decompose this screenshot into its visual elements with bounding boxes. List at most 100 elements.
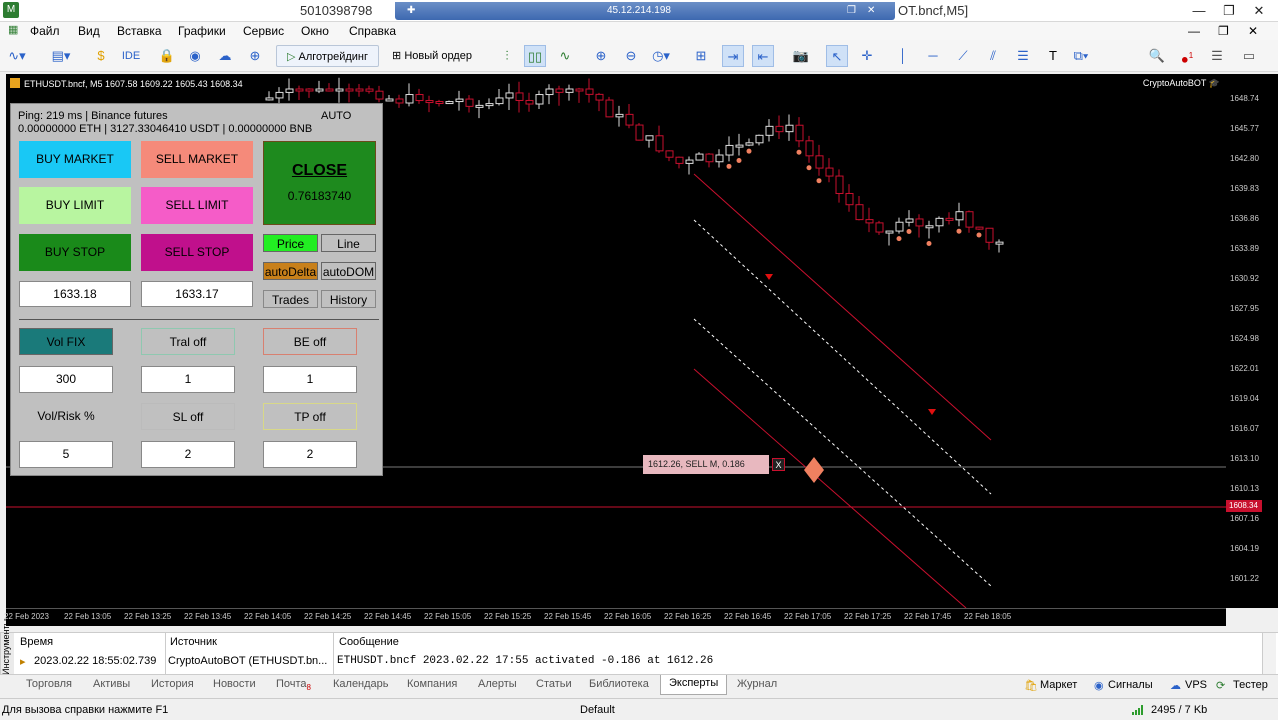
search-icon[interactable]: 🔍 [1146, 45, 1168, 67]
sell-stop-button[interactable]: SELL STOP [141, 234, 253, 271]
tab-journal[interactable]: Журнал [737, 678, 777, 690]
tab-news[interactable]: Новости [213, 678, 256, 690]
buy-limit-button[interactable]: BUY LIMIT [19, 187, 131, 224]
tab-market[interactable]: Маркет [1040, 679, 1077, 691]
vol-fix-button[interactable]: Vol FIX [19, 328, 113, 355]
new-order-button[interactable]: ⊞ Новый ордер [386, 45, 478, 67]
log-scrollbar[interactable] [1262, 633, 1276, 675]
tab-company[interactable]: Компания [407, 678, 457, 690]
trailing-field[interactable]: 1 [141, 366, 235, 393]
history-button[interactable]: History [321, 290, 376, 308]
tab-articles[interactable]: Статьи [536, 678, 572, 690]
trading-mode[interactable]: AUTO [321, 110, 351, 122]
tab-signals[interactable]: Сигналы [1108, 679, 1153, 691]
price-mode-button[interactable]: Price [263, 234, 318, 252]
line-mode-button[interactable]: Line [321, 234, 376, 252]
account-icon[interactable]: ▭ [1238, 45, 1260, 67]
shapes-icon[interactable]: ⧉▾ [1070, 45, 1092, 67]
auto-dom-button[interactable]: autoDOM [321, 262, 376, 280]
buy-stop-button[interactable]: BUY STOP [19, 234, 131, 271]
stoploss-button[interactable]: SL off [141, 403, 235, 430]
candles-icon[interactable]: ▯▯ [524, 45, 546, 67]
auto-delta-button[interactable]: autoDelta [263, 262, 318, 280]
tab-experts[interactable]: Эксперты [660, 675, 728, 695]
chat-icon[interactable]: ☰ [1206, 45, 1228, 67]
col-source-header[interactable]: Источник [170, 636, 217, 648]
menu-tools[interactable]: Сервис [243, 24, 284, 38]
menu-charts[interactable]: Графики [178, 24, 226, 38]
remote-session-bar[interactable]: ✚ 45.12.214.198 ❐ ✕ [395, 2, 895, 20]
tile-icon[interactable]: ⊞ [690, 45, 712, 67]
takeprofit-button[interactable]: TP off [263, 403, 357, 430]
pin-icon[interactable]: ✚ [407, 5, 415, 16]
vol-risk-button[interactable]: Vol/Risk % [19, 403, 113, 430]
stoploss-field[interactable]: 2 [141, 441, 235, 468]
crosshair-icon[interactable]: ✛ [856, 45, 878, 67]
periods-icon[interactable]: ◷▾ [650, 45, 672, 67]
bar-chart-icon[interactable]: ⫶ [496, 45, 518, 67]
trailing-button[interactable]: Tral off [141, 328, 235, 355]
algo-trading-button[interactable]: ▷ Алготрейдинг [276, 45, 379, 67]
breakeven-button[interactable]: BE off [263, 328, 357, 355]
remote-close-icon[interactable]: ✕ [867, 5, 875, 16]
menu-window[interactable]: Окно [301, 24, 329, 38]
col-time-header[interactable]: Время [20, 636, 53, 648]
sell-limit-button[interactable]: SELL LIMIT [141, 187, 253, 224]
trade-close-button[interactable]: X [772, 458, 785, 471]
text-icon[interactable]: T [1042, 45, 1064, 67]
vertical-line-icon[interactable]: │ [892, 45, 914, 67]
trade-label[interactable]: 1612.26, SELL M, 0.186 [643, 455, 769, 474]
tab-assets[interactable]: Активы [93, 678, 130, 690]
col-message-header[interactable]: Сообщение [339, 636, 399, 648]
mdi-minimize-icon[interactable]: — [1188, 24, 1200, 38]
tab-vps[interactable]: VPS [1185, 679, 1207, 691]
tab-tester[interactable]: Тестер [1233, 679, 1268, 691]
breakeven-field[interactable]: 1 [263, 366, 357, 393]
chart-shift-icon[interactable]: ⇤ [752, 45, 774, 67]
buy-price-field[interactable]: 1633.18 [19, 281, 131, 307]
tab-alerts[interactable]: Алерты [478, 678, 517, 690]
menu-file[interactable]: Файл [30, 24, 60, 38]
tab-calendar[interactable]: Календарь [333, 678, 389, 690]
cloud-icon[interactable]: ☁ [214, 45, 236, 67]
zoom-out-icon[interactable]: ⊖ [620, 45, 642, 67]
profiles-icon[interactable]: $ [90, 45, 112, 67]
close-button[interactable]: ✕ [1244, 0, 1274, 22]
globe-icon[interactable]: ⊕ [244, 45, 266, 67]
horizontal-line-icon[interactable]: ─ [922, 45, 944, 67]
volume-field[interactable]: 300 [19, 366, 113, 393]
toolbox-side-label[interactable]: Инструменты [0, 619, 14, 675]
minimize-button[interactable]: — [1184, 0, 1214, 22]
line-chart-icon[interactable]: ∿ [554, 45, 576, 67]
mdi-restore-icon[interactable]: ❐ [1218, 24, 1229, 38]
channel-icon[interactable]: ⫽ [982, 45, 1004, 67]
status-profile[interactable]: Default [580, 704, 615, 716]
risk-field[interactable]: 5 [19, 441, 113, 468]
notifications-icon[interactable]: ●1 [1176, 45, 1198, 67]
signal-icon[interactable]: ◉ [184, 45, 206, 67]
ide-button[interactable]: IDE [120, 45, 142, 67]
tab-trade[interactable]: Торговля [26, 678, 72, 690]
menu-help[interactable]: Справка [349, 24, 396, 38]
menu-view[interactable]: Вид [78, 24, 100, 38]
tab-mailbox[interactable]: Почта8 [276, 678, 311, 692]
zoom-in-icon[interactable]: ⊕ [590, 45, 612, 67]
sell-price-field[interactable]: 1633.17 [141, 281, 253, 307]
chart-type-icon[interactable]: ∿▾ [6, 45, 28, 67]
sell-market-button[interactable]: SELL MARKET [141, 141, 253, 178]
close-position-box[interactable]: CLOSE 0.76183740 [263, 141, 376, 225]
remote-restore-icon[interactable]: ❐ [847, 5, 856, 16]
takeprofit-field[interactable]: 2 [263, 441, 357, 468]
restore-button[interactable]: ❐ [1214, 0, 1244, 22]
screenshot-icon[interactable]: 📷 [790, 45, 812, 67]
menu-insert[interactable]: Вставка [117, 24, 162, 38]
cursor-icon[interactable]: ↖ [826, 45, 848, 67]
fibonacci-icon[interactable]: ☰ [1012, 45, 1034, 67]
lock-icon[interactable]: 🔒 [156, 45, 178, 67]
tab-history[interactable]: История [151, 678, 194, 690]
tab-library[interactable]: Библиотека [589, 678, 649, 690]
auto-scroll-icon[interactable]: ⇥ [722, 45, 744, 67]
buy-market-button[interactable]: BUY MARKET [19, 141, 131, 178]
mdi-close-icon[interactable]: ✕ [1248, 24, 1258, 38]
trendline-icon[interactable]: ⟋ [952, 45, 974, 67]
